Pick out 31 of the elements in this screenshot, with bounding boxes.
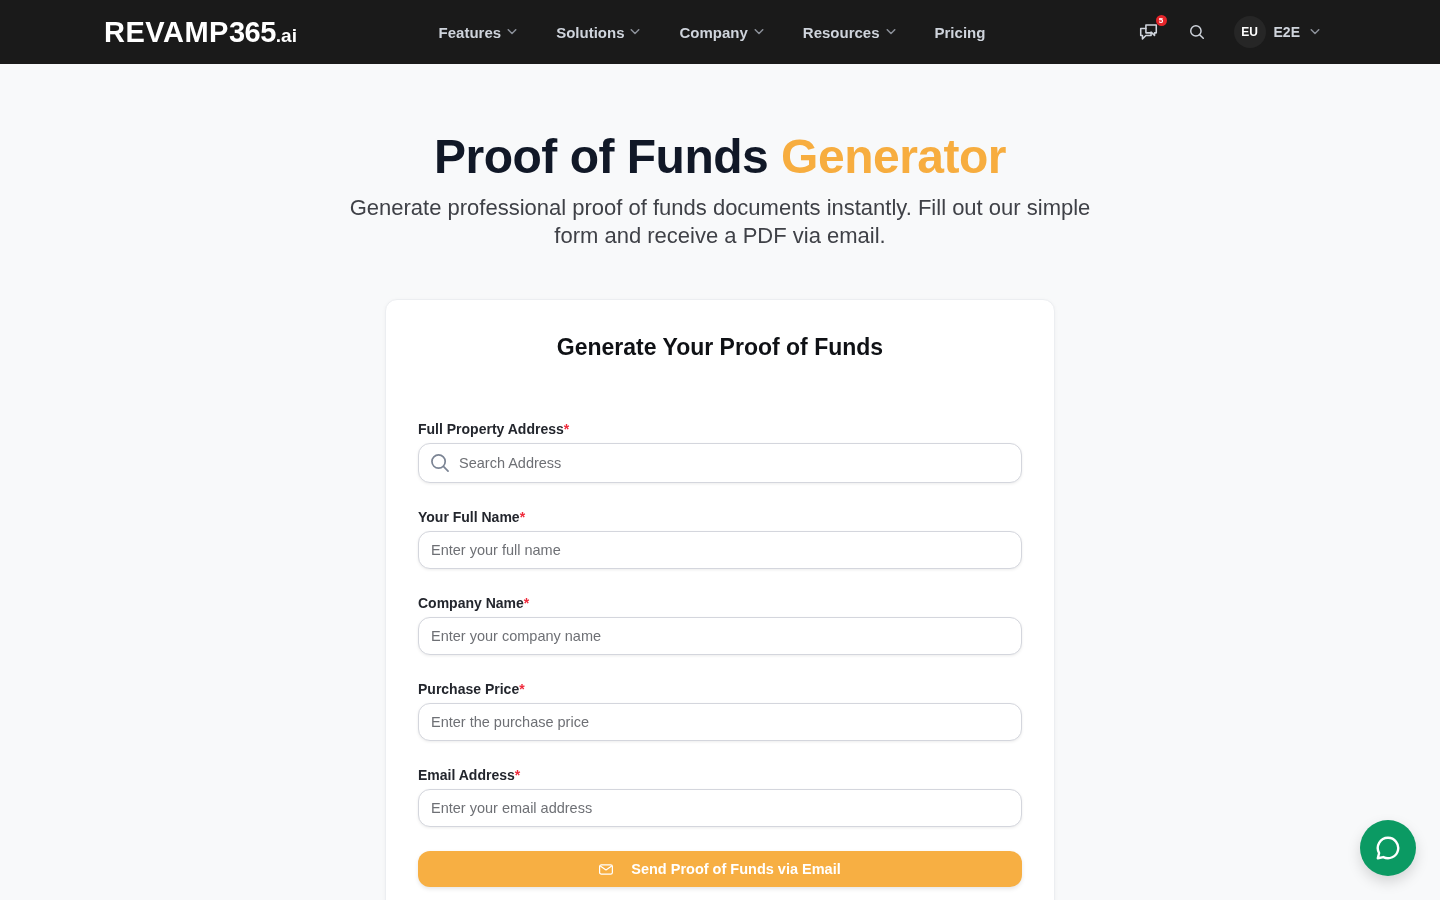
search-button[interactable] — [1189, 25, 1204, 39]
brand-logo[interactable]: REVAMP365.ai — [104, 17, 297, 47]
text-input-field[interactable]: Enter your full name — [418, 531, 1022, 569]
field-label: Email Address* — [418, 766, 521, 785]
messages-button[interactable] — [1138, 23, 1158, 41]
field-label: Full Property Address* — [418, 420, 570, 439]
notification-count-badge: 5 — [1155, 15, 1167, 26]
chevron-down-icon — [1310, 29, 1320, 35]
envelope-icon — [599, 863, 614, 875]
form-heading: Generate Your Proof of Funds — [555, 333, 885, 362]
text-input-field[interactable]: Enter the purchase price — [418, 703, 1022, 741]
page-subtitle: Generate professional proof of funds documents instantly. Fill out our simple form and receive a PDF via email. — [348, 194, 1092, 250]
search-icon — [1189, 25, 1204, 39]
nav-menu-item[interactable]: Solutions — [556, 23, 641, 41]
page-title: Proof of Funds Generator — [434, 129, 1006, 185]
account-menu-button[interactable]: E2E — [1273, 24, 1320, 40]
chat-bubbles-icon — [1138, 23, 1158, 41]
search-icon — [431, 454, 449, 472]
text-input-field[interactable]: Enter your company name — [418, 617, 1022, 655]
speech-bubble-icon — [1376, 836, 1400, 860]
nav-menu-item[interactable]: Resources — [802, 23, 896, 41]
chat-button[interactable] — [1360, 820, 1416, 876]
text-input-field[interactable]: Enter your email address — [418, 789, 1022, 827]
user-avatar[interactable]: EU — [1233, 16, 1266, 48]
field-label: Purchase Price* — [418, 680, 525, 699]
address-search-field[interactable]: Search Address — [418, 443, 1022, 483]
field-label: Company Name* — [418, 594, 530, 613]
nav-link[interactable]: Pricing — [934, 23, 986, 41]
field-label: Your Full Name* — [418, 508, 526, 527]
nav-menu-item[interactable]: Company — [679, 23, 764, 41]
nav-menu-item[interactable]: Features — [438, 23, 518, 41]
